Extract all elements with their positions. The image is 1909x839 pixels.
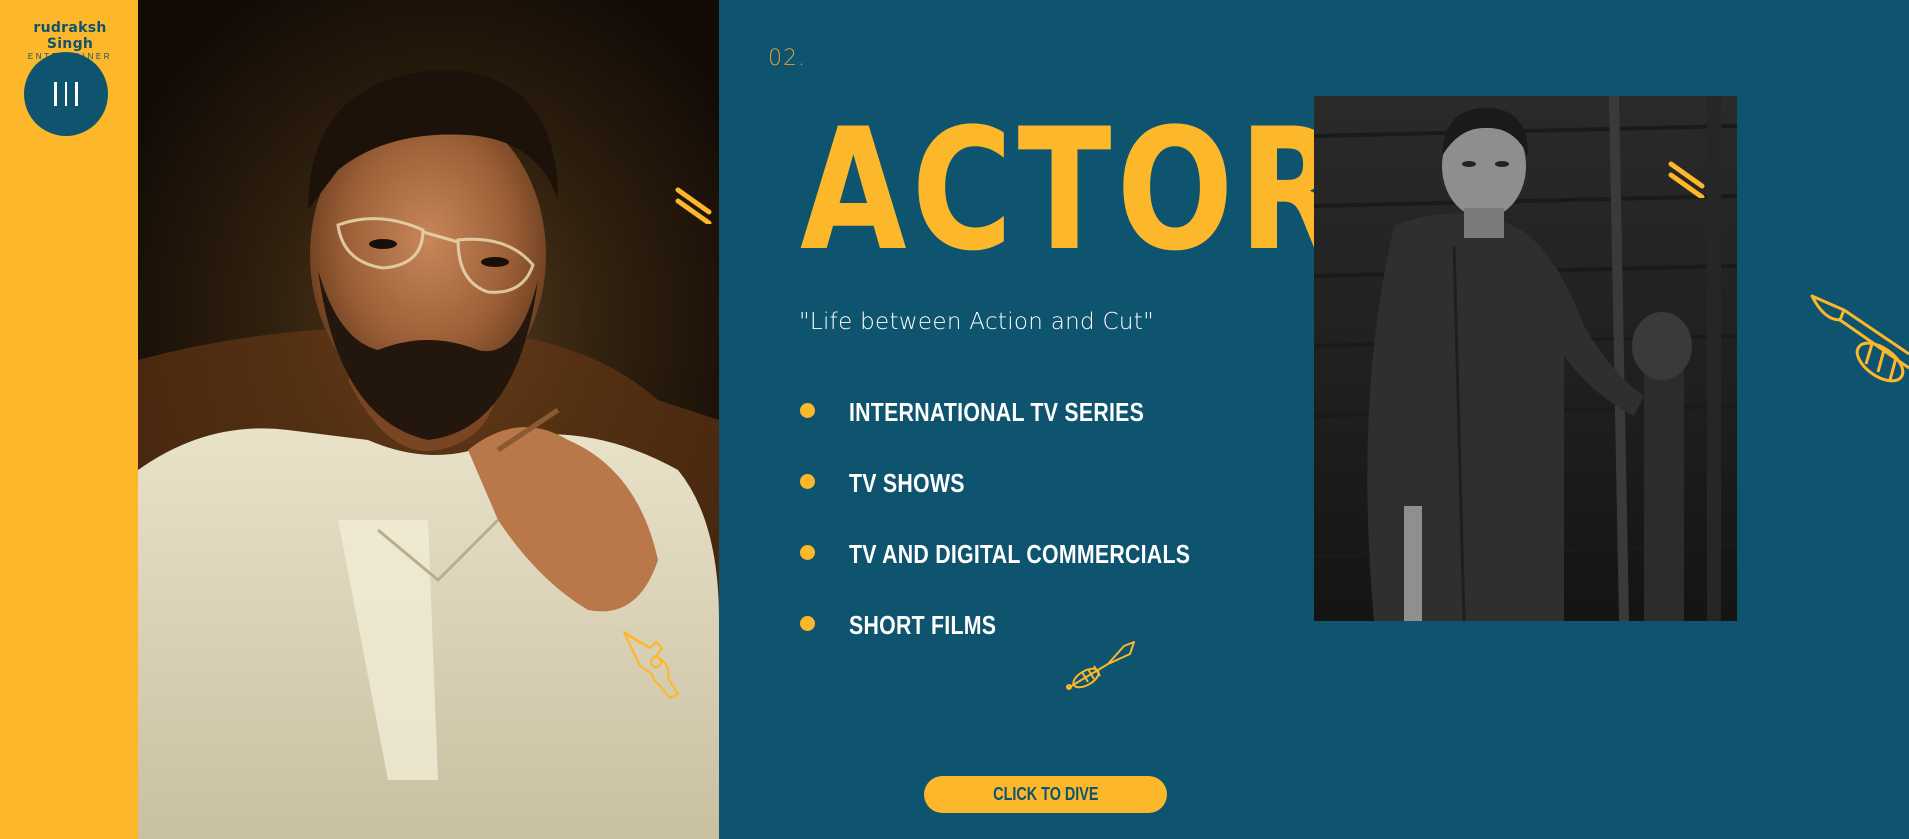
page-title: ACTOR [800, 92, 1350, 288]
menu-button[interactable] [24, 52, 108, 136]
cta-label: CLICK TO DIVE [992, 784, 1099, 804]
portrait-illustration [138, 70, 719, 839]
revolver-icon [622, 630, 680, 700]
service-label: INTERNATIONAL TV SERIES [849, 397, 1145, 427]
section-quote: "Life between Action and Cut" [799, 309, 1154, 335]
trumpet-icon [1810, 294, 1909, 383]
portrait-photo [138, 0, 719, 839]
service-label: SHORT FILMS [849, 610, 997, 640]
service-label: TV SHOWS [849, 468, 965, 498]
menu-icon [54, 82, 57, 106]
double-slash-icon [1668, 161, 1705, 198]
click-to-dive-button[interactable]: CLICK TO DIVE [924, 776, 1167, 813]
bullet-dot [800, 545, 815, 560]
service-label: TV AND DIGITAL COMMERCIALS [849, 539, 1191, 569]
menu-icon-bar [64, 82, 68, 106]
double-slash-icon [675, 187, 712, 224]
bullet-dot [800, 474, 815, 489]
bullet-dot [800, 616, 815, 631]
brand-name: rudraksh Singh [33, 20, 107, 52]
trumpet-icon [1066, 641, 1135, 690]
bullet-dot [800, 403, 815, 418]
section-index: 02. [768, 46, 806, 71]
sidebar: rudraksh Singh ENTERTAINER [0, 0, 138, 839]
menu-icon-bar [75, 82, 78, 106]
